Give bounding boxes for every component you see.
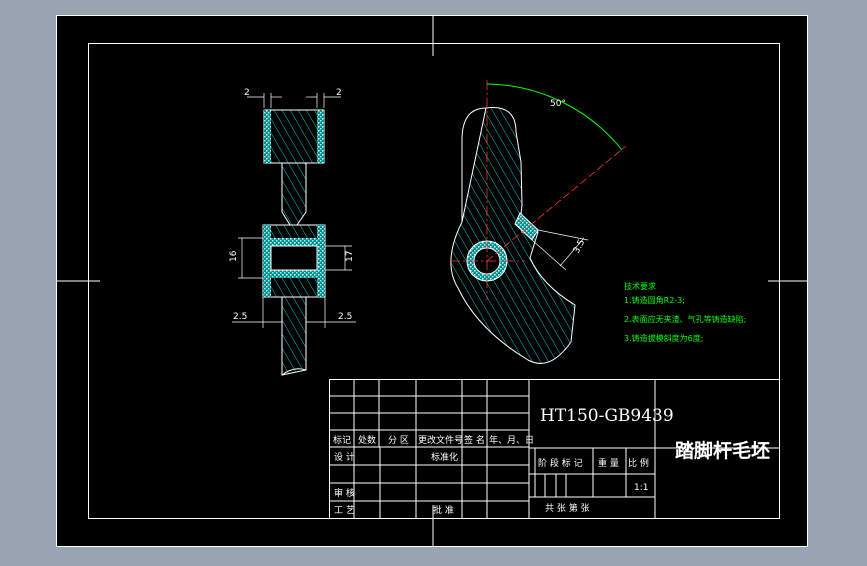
dim-bottom-left: 2.5 — [233, 312, 247, 322]
dim-top-left: 2 — [244, 88, 250, 98]
dim-top-right: 2 — [336, 88, 342, 98]
review-label: 审 核 — [334, 487, 355, 499]
drawing-sheet — [56, 15, 808, 547]
requirement-item: 1.铸造圆角R2-3; — [624, 295, 685, 305]
part-name: 踏脚杆毛坯 — [675, 439, 770, 462]
rev-header-mark: 标记 — [333, 434, 351, 446]
upper-fork-lip-left — [264, 110, 271, 163]
stage-label: 阶 段 标 记 — [538, 457, 583, 469]
neck-section — [281, 162, 307, 226]
standardization-label: 标准化 — [431, 451, 458, 463]
requirement-item: 2.表面应无夹渣、气孔等铸造缺陷; — [624, 314, 746, 324]
scale-label: 比 例 — [628, 457, 649, 469]
rev-header-sign: 签 名 — [464, 434, 485, 446]
material-label: HT150-GB9439 — [540, 406, 674, 426]
rev-header-date: 年、月、日 — [489, 434, 534, 446]
dim-bottom-right: 2.5 — [338, 312, 352, 322]
dim-left-vertical: 16 — [229, 250, 239, 262]
approval-label: 批 准 — [433, 504, 454, 516]
drawing-viewport: 2 2 16 17 2.5 2.5 50° 3.5 技术要求 1.铸造圆角R2-… — [0, 0, 867, 562]
angle-label: 50° — [550, 99, 566, 109]
process-label: 工 艺 — [334, 505, 355, 516]
rev-header-zone: 分 区 — [388, 435, 409, 446]
dim-right-vertical: 17 — [345, 251, 355, 262]
hub-bore — [270, 245, 318, 271]
hub-bushing-top — [263, 238, 325, 246]
design-label: 设 计 — [334, 451, 355, 463]
requirements-title: 技术要求 — [624, 281, 656, 291]
rev-header-doc: 更改文件号 — [418, 434, 463, 446]
scale-value: 1:1 — [634, 483, 648, 493]
rev-header-count: 处数 — [358, 434, 376, 446]
cad-drawing: 2 2 16 17 2.5 2.5 50° 3.5 技术要求 1.铸造圆角R2-… — [56, 15, 808, 547]
lower-arm-section — [281, 296, 307, 376]
sheet-info: 共 张 第 张 — [545, 502, 590, 514]
upper-fork-lip-right — [317, 110, 324, 163]
requirement-item: 3.铸造拔模斜度为6度; — [624, 333, 703, 343]
weight-label: 重 量 — [598, 457, 619, 469]
hub-wall-left — [263, 225, 271, 297]
hub-wall-right — [317, 225, 325, 297]
upper-fork-section — [263, 109, 325, 164]
hub-bushing-bottom — [263, 270, 325, 278]
